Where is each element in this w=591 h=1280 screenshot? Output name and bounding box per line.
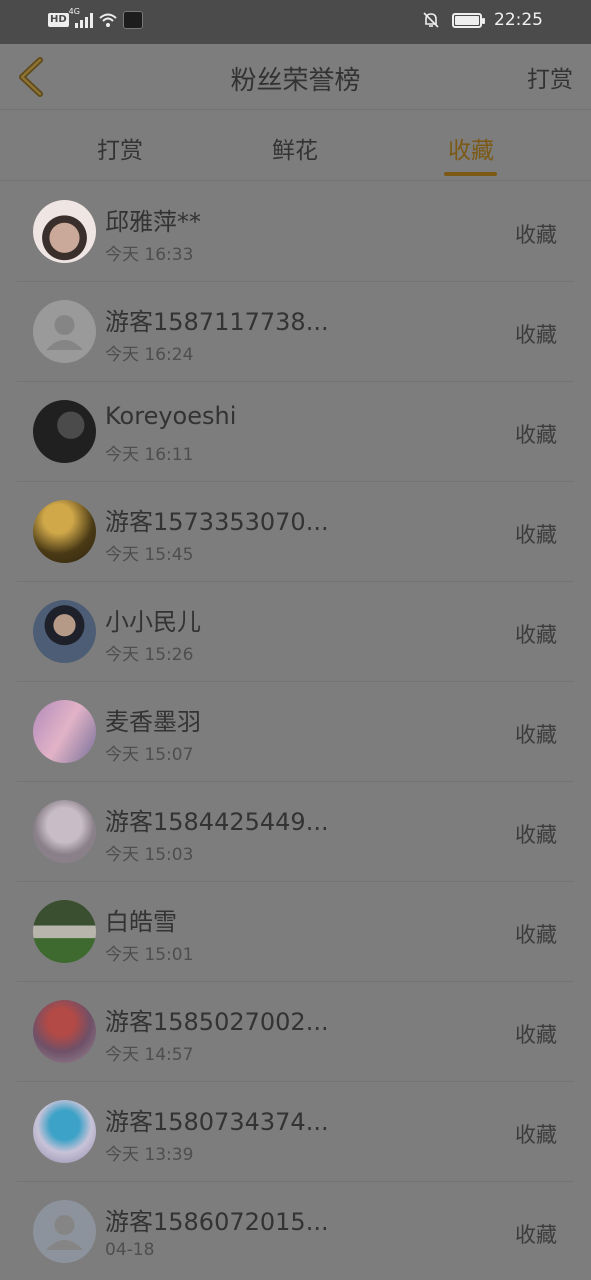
avatar[interactable]: [33, 200, 96, 263]
fan-name: 白皓雪: [105, 908, 177, 936]
fan-name: 邱雅萍**: [105, 208, 201, 236]
tab-bar: 打赏 鲜花 收藏: [0, 111, 591, 181]
fan-time: 今天 15:26: [105, 645, 194, 665]
fan-row[interactable]: 邱雅萍** 今天 16:33 收藏: [0, 182, 591, 282]
fan-row[interactable]: 游客1573353070... 今天 15:45 收藏: [0, 482, 591, 582]
fan-name: 小小民儿: [105, 608, 201, 636]
tab-flowers[interactable]: 鲜花: [235, 131, 355, 165]
fan-row[interactable]: 游客1587117738... 今天 16:24 收藏: [0, 282, 591, 382]
fan-time: 今天 13:39: [105, 1145, 194, 1165]
fan-time: 今天 15:01: [105, 945, 194, 965]
fan-time: 今天 16:33: [105, 245, 194, 265]
fan-time: 今天 15:03: [105, 845, 194, 865]
fan-action-label: 收藏: [515, 1223, 557, 1247]
reward-button[interactable]: 打赏: [527, 60, 573, 94]
fan-action-label: 收藏: [515, 1123, 557, 1147]
fan-action-label: 收藏: [515, 623, 557, 647]
fan-time: 今天 15:45: [105, 545, 194, 565]
avatar[interactable]: [33, 400, 96, 463]
fan-name: 游客1587117738...: [105, 308, 329, 336]
fan-action-label: 收藏: [515, 723, 557, 747]
wifi-icon: [99, 13, 117, 27]
header: 粉丝荣誉榜 打赏: [0, 44, 591, 110]
fan-action-label: 收藏: [515, 923, 557, 947]
page-title: 粉丝荣誉榜: [230, 66, 361, 96]
fan-action-label: 收藏: [515, 1023, 557, 1047]
default-user-icon[interactable]: [33, 300, 96, 363]
fan-row[interactable]: 麦香墨羽今天 15:07 收藏: [0, 682, 591, 782]
fan-time: 今天 16:24: [105, 345, 194, 365]
avatar[interactable]: [33, 500, 96, 563]
fan-name: 麦香墨羽: [105, 708, 201, 736]
hd-badge: HD: [48, 13, 69, 27]
avatar[interactable]: [33, 600, 96, 663]
active-tab-indicator: [444, 172, 497, 176]
avatar[interactable]: [33, 1000, 96, 1063]
fan-time: 今天 14:57: [105, 1045, 194, 1065]
fan-row[interactable]: 游客1585027002... 今天 14:57 收藏: [0, 982, 591, 1082]
fan-action-label: 收藏: [515, 223, 557, 247]
fan-action-label: 收藏: [515, 823, 557, 847]
status-icons-right: 22:25: [422, 10, 543, 30]
fan-list: 邱雅萍** 今天 16:33 收藏 游客1587117738... 今天 16:24 收藏…: [0, 182, 591, 1280]
fan-row[interactable]: 白皓雪今天 15:01 收藏: [0, 882, 591, 982]
avatar[interactable]: [33, 800, 96, 863]
avatar[interactable]: [33, 700, 96, 763]
fan-action-label: 收藏: [515, 523, 557, 547]
fan-action-label: 收藏: [515, 323, 557, 347]
tab-favorites[interactable]: 收藏: [411, 131, 531, 165]
network-type: 4G: [68, 7, 80, 16]
battery-icon: [452, 12, 485, 28]
status-icons-left: HD 4G: [48, 7, 143, 29]
cellular-signal-icon: 4G: [69, 7, 93, 28]
fan-name: 游客1580734374...: [105, 1108, 329, 1136]
bell-mute-icon: [423, 12, 439, 28]
fan-row[interactable]: 游客1584425449... 今天 15:03 收藏: [0, 782, 591, 882]
fan-time: 今天 15:07: [105, 745, 194, 765]
fan-name: 游客1586072015...: [105, 1208, 329, 1236]
fan-row[interactable]: 游客1586072015... 04-18 收藏: [0, 1182, 591, 1280]
fan-name: 游客1573353070...: [105, 508, 329, 536]
avatar[interactable]: [33, 900, 96, 963]
avatar[interactable]: [33, 1100, 96, 1163]
default-user-icon[interactable]: [33, 1200, 96, 1263]
status-bar: HD 4G 22:25: [0, 0, 591, 44]
fan-name: 游客1585027002...: [105, 1008, 329, 1036]
fan-row[interactable]: Koreyoeshi 今天 16:11 收藏: [0, 382, 591, 482]
fan-row[interactable]: 游客1580734374... 今天 13:39 收藏: [0, 1082, 591, 1182]
fan-name: Koreyoeshi: [105, 402, 237, 430]
tab-reward[interactable]: 打赏: [60, 131, 180, 165]
app-notification-icon: [122, 11, 143, 29]
fan-row[interactable]: 小小民儿今天 15:26 收藏: [0, 582, 591, 682]
fan-action-label: 收藏: [515, 423, 557, 447]
fan-time: 04-18: [105, 1240, 155, 1260]
fan-name: 游客1584425449...: [105, 808, 329, 836]
clock: 22:25: [494, 10, 543, 30]
fan-time: 今天 16:11: [105, 445, 194, 465]
